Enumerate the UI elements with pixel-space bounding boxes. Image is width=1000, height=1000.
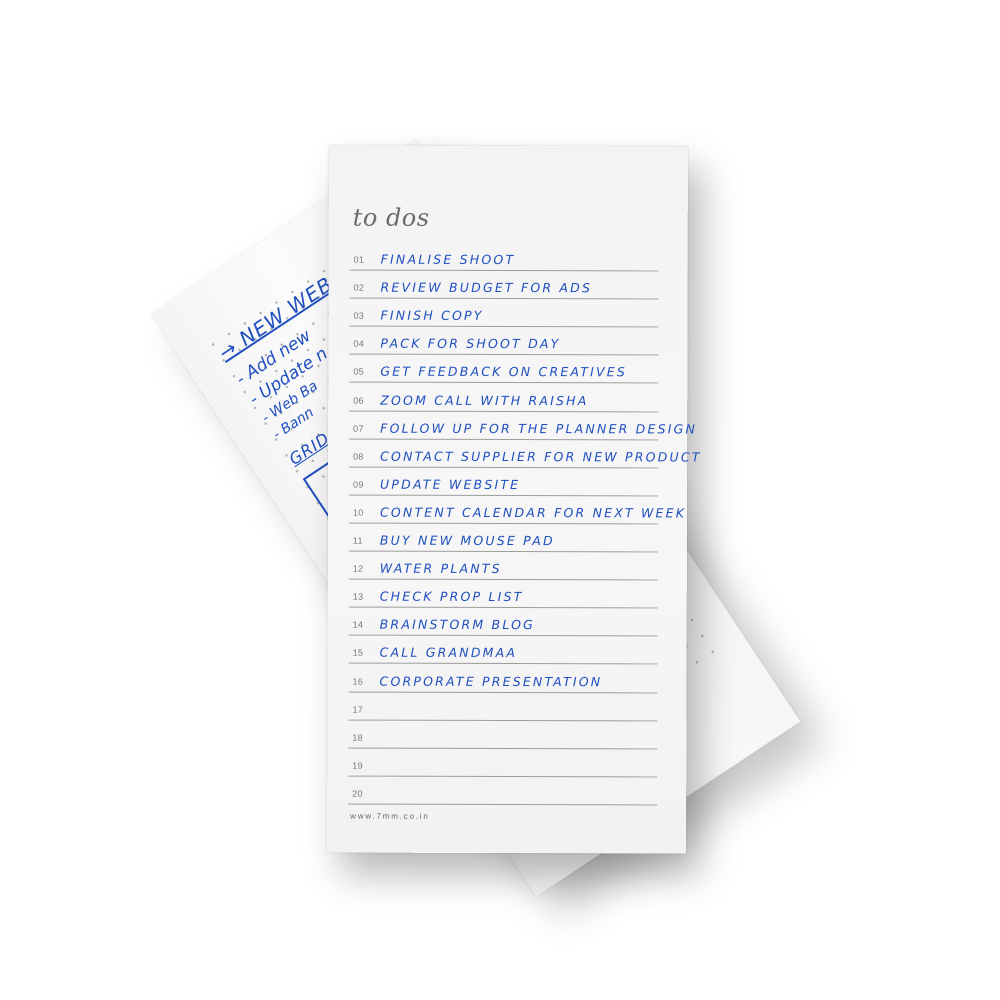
row-number: 20	[352, 788, 363, 799]
row-number: 12	[352, 563, 364, 574]
todo-text: Corporate presentation	[379, 673, 603, 689]
todo-row: 02 Review budget for ads	[349, 270, 659, 300]
row-number: 19	[352, 760, 363, 771]
todo-row: 05 Get feedback on creatives	[349, 354, 659, 384]
todo-row: 10 Content calendar for next week	[348, 495, 686, 525]
todo-row: 13 Check prop list	[348, 579, 658, 609]
todo-row: 01 Finalise shoot	[349, 242, 659, 272]
todo-text: Brainstorm blog	[379, 616, 536, 633]
todo-text: Finalise shoot	[380, 251, 516, 268]
todo-row: 09 Update website	[349, 467, 659, 497]
row-number: 10	[352, 507, 364, 518]
row-number: 06	[353, 395, 364, 406]
row-number: 08	[353, 451, 364, 462]
row-number: 03	[353, 310, 365, 321]
todo-row: 20	[348, 776, 658, 806]
todo-row: 17	[348, 692, 658, 721]
row-number: 17	[352, 704, 364, 715]
todo-row: 16 Corporate presentation	[348, 663, 658, 693]
row-number: 11	[352, 535, 363, 546]
product-photo-scene: → NEW WEBSITE - Add new - Update n - Web…	[0, 0, 1000, 1000]
todo-row: 08 Contact supplier for new product	[349, 439, 702, 469]
todo-row: 11 Buy new mouse pad	[348, 523, 658, 553]
todo-row: 07 Follow up for the planner design	[349, 411, 697, 441]
row-number: 09	[353, 479, 364, 490]
todo-text: Content calendar for next week	[379, 504, 687, 521]
row-number: 15	[352, 648, 364, 659]
todo-row: 04 Pack for shoot day	[349, 326, 659, 356]
todo-text: Water plants	[379, 560, 502, 577]
todo-text: Get feedback on creatives	[380, 364, 628, 380]
todo-row: 14 Brainstorm blog	[348, 607, 658, 637]
todo-row: 12 Water plants	[348, 551, 658, 581]
row-number: 13	[352, 591, 364, 602]
todo-text: Update website	[380, 476, 521, 492]
row-number: 05	[353, 367, 364, 378]
todo-text: Zoom call with Raisha	[380, 392, 589, 408]
row-number: 07	[353, 423, 364, 434]
row-number: 16	[352, 676, 364, 687]
todo-text: Contact supplier for new product	[380, 448, 702, 465]
todo-row: 06 Zoom call with Raisha	[349, 383, 659, 412]
todo-text: Review budget for ads	[380, 279, 593, 296]
row-number: 14	[352, 619, 364, 630]
todo-text: Follow up for the planner design	[380, 420, 698, 437]
todo-text: Finish copy	[380, 307, 484, 324]
todo-row: 18	[348, 720, 658, 750]
todo-row: 19	[348, 748, 658, 778]
row-number: 18	[352, 732, 364, 743]
todo-row: 03 Finish copy	[349, 298, 659, 328]
front-pad-footer: www.7mm.co.in	[350, 811, 430, 821]
todo-text: Check prop list	[379, 588, 524, 605]
row-number: 01	[353, 254, 365, 265]
todo-text: Pack for shoot day	[380, 336, 561, 352]
todo-text: Buy new mouse pad	[379, 532, 555, 549]
todo-text: Call grandmaa	[379, 645, 518, 661]
front-notepad: to dos 01 Finalise shoot 02 Review budget f…	[327, 145, 702, 854]
row-number: 04	[353, 338, 365, 349]
todo-list: 01 Finalise shoot 02 Review budget for ads 0…	[348, 242, 702, 806]
row-number: 02	[353, 282, 365, 293]
todo-row: 15 Call grandmaa	[348, 635, 658, 665]
notepad-title: to dos	[352, 203, 430, 232]
